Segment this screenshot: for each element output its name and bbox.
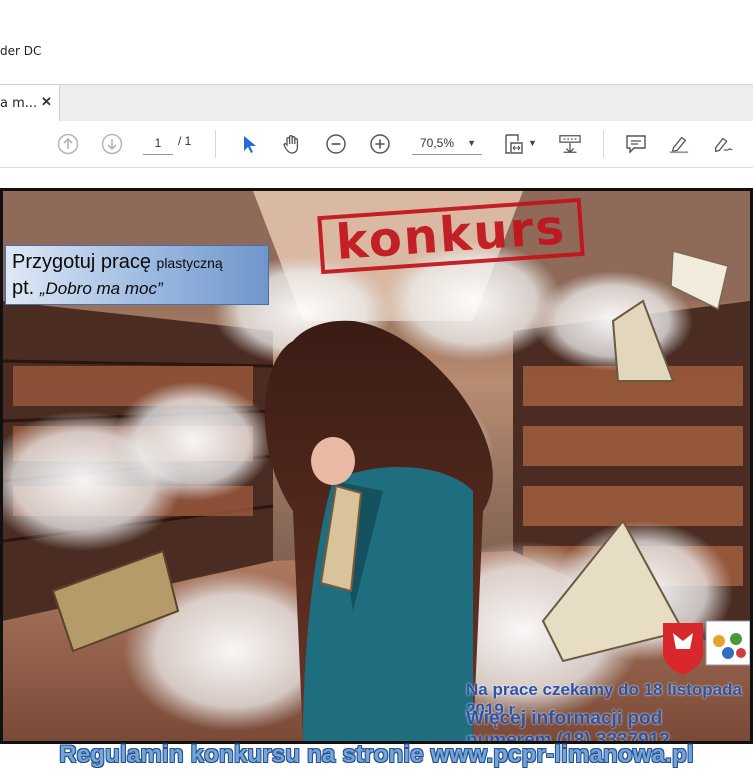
intro-line-2: pt. „Dobro ma moc” [12, 277, 163, 300]
fit-page-icon[interactable] [503, 133, 525, 155]
toolbar-separator [215, 130, 216, 158]
intro-line-1-main: Przygotuj pracę [12, 251, 151, 273]
intro-box: Przygotuj pracę plastyczną pt. „Dobro ma… [5, 245, 269, 305]
sign-icon[interactable] [712, 133, 734, 155]
intro-line-2-prefix: pt. [12, 277, 35, 299]
page-total: / 1 [178, 134, 192, 148]
intro-line-1-small: plastyczną [156, 255, 223, 271]
zoom-select[interactable]: 70,5% ▼ [412, 132, 482, 155]
intro-line-2-quote: „Dobro ma moc” [39, 279, 163, 298]
next-page-icon[interactable] [101, 133, 123, 155]
prev-page-icon[interactable] [57, 133, 79, 155]
window-titlebar: der DC [0, 0, 753, 64]
select-arrow-icon[interactable] [238, 133, 260, 155]
comment-icon[interactable] [625, 133, 647, 155]
footer-regulations-text: Regulamin konkursu na stronie www.pcpr-l… [59, 741, 694, 768]
fit-chevron-icon[interactable]: ▼ [528, 138, 537, 148]
hand-icon[interactable] [281, 133, 303, 155]
chevron-down-icon: ▼ [467, 138, 476, 148]
intro-line-1: Przygotuj pracę plastyczną [12, 251, 223, 274]
zoom-in-icon[interactable] [369, 133, 391, 155]
poster-image: Przygotuj pracę plastyczną pt. „Dobro ma… [0, 188, 753, 744]
tab-label: a m... [0, 96, 38, 111]
toolbar: 1 / 1 70,5% ▼ ▼ [0, 121, 753, 168]
scroll-mode-icon[interactable] [559, 133, 581, 155]
zoom-value: 70,5% [420, 136, 455, 150]
document-tab[interactable]: a m... ✕ [0, 84, 60, 121]
close-icon[interactable]: ✕ [41, 94, 52, 110]
tab-bar: a m... ✕ [0, 84, 753, 122]
document-area: Przygotuj pracę plastyczną pt. „Dobro ma… [0, 168, 753, 768]
organization-logo [705, 620, 750, 666]
phone-info-text: Więcej informacji pod numerem (18) 33379… [466, 708, 670, 744]
window-title: der DC [0, 44, 42, 58]
zoom-out-icon[interactable] [325, 133, 347, 155]
highlight-icon[interactable] [668, 133, 690, 155]
page-number-input[interactable]: 1 [143, 132, 173, 155]
toolbar-separator [603, 130, 604, 158]
